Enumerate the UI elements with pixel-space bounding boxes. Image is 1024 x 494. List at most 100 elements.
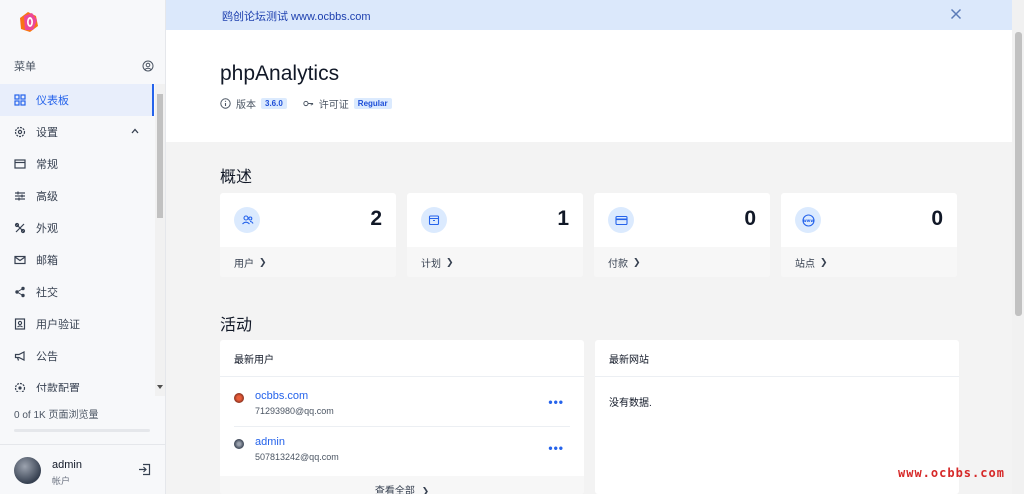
- stat-card-plans[interactable]: 1 计划 ❯: [407, 193, 583, 277]
- version-badge: 3.6.0: [261, 98, 287, 109]
- menu-label: 菜单: [14, 61, 36, 73]
- chevron-right-icon: ❯: [446, 256, 454, 267]
- sidebar-scrollbar[interactable]: [155, 84, 165, 396]
- stat-card-sites[interactable]: www 0 站点 ❯: [781, 193, 957, 277]
- more-options-icon[interactable]: •••: [548, 441, 564, 455]
- sidebar-item-general[interactable]: 常规: [0, 148, 154, 180]
- stat-link[interactable]: 付款 ❯: [594, 247, 770, 277]
- list-item[interactable]: admin 507813242@qq.com •••: [234, 433, 570, 477]
- row-divider: [234, 426, 570, 427]
- version-meta: 版本 3.6.0 许可证 Regular: [220, 96, 408, 111]
- sidebar-item-label: 外观: [36, 223, 58, 235]
- view-all-label: 查看全部: [374, 486, 415, 494]
- app-logo-icon[interactable]: [16, 10, 40, 34]
- share-icon: [14, 286, 26, 298]
- close-icon[interactable]: [950, 8, 962, 20]
- menu-header: 菜单: [14, 58, 154, 74]
- user-link[interactable]: admin: [255, 436, 285, 448]
- sidebar-item-label: 邮箱: [36, 255, 58, 267]
- sidebar-item-payment-config[interactable]: 付款配置: [0, 372, 154, 392]
- user-link[interactable]: ocbbs.com: [255, 390, 308, 402]
- users-icon: [234, 207, 260, 233]
- svg-text:www: www: [802, 218, 813, 223]
- stat-label: 站点: [795, 258, 815, 270]
- overview-title: 概述: [220, 169, 253, 186]
- page-title: phpAnalytics: [220, 62, 340, 85]
- announcement-banner: 鸥创论坛测试 www.ocbbs.com: [166, 0, 1012, 30]
- sidebar-item-label: 高级: [36, 191, 58, 203]
- user-circle-icon[interactable]: [142, 60, 154, 72]
- credit-card-icon: [608, 207, 634, 233]
- stat-card-users[interactable]: 2 用户 ❯: [220, 193, 396, 277]
- sidebar-item-label: 付款配置: [36, 383, 80, 392]
- latest-sites-title: 最新网站: [595, 340, 959, 377]
- banner-text: 鸥创论坛测试 www.ocbbs.com: [222, 11, 371, 23]
- sidebar-item-appearance[interactable]: 外观: [0, 212, 154, 244]
- sidebar-item-label: 社交: [36, 287, 58, 299]
- usage-text: 0 of 1K 页面浏览量: [14, 410, 99, 421]
- stat-value: 0: [744, 207, 756, 230]
- stat-link[interactable]: 用户 ❯: [220, 247, 396, 277]
- main-content: phpAnalytics 版本 3.6.0 许可证 Regular 概述 2 用…: [166, 30, 1012, 494]
- stat-link[interactable]: 站点 ❯: [781, 247, 957, 277]
- key-icon: [303, 98, 314, 109]
- stat-value: 0: [931, 207, 943, 230]
- chevron-right-icon: ❯: [421, 486, 430, 494]
- latest-users-title: 最新用户: [220, 340, 584, 377]
- view-all-link[interactable]: 查看全部 ❯: [220, 476, 584, 494]
- sidebar-item-advanced[interactable]: 高级: [0, 180, 154, 212]
- stat-card-payments[interactable]: 0 付款 ❯: [594, 193, 770, 277]
- sidebar-item-label: 常规: [36, 159, 58, 171]
- sidebar-item-user-verification[interactable]: 用户验证: [0, 308, 154, 340]
- user-avatar-icon: [234, 439, 244, 449]
- more-options-icon[interactable]: •••: [548, 395, 564, 409]
- stat-value: 2: [370, 207, 382, 230]
- stat-label: 付款: [608, 258, 628, 270]
- page-scrollbar[interactable]: [1012, 0, 1024, 494]
- sidebar-nav: 仪表板 设置 常规 高级 外观 邮箱 社交 用户验证 公告 付款配置: [0, 84, 154, 392]
- user-badge-icon: [14, 318, 26, 330]
- usage-progress-bar: [14, 429, 150, 432]
- sidebar-item-label: 仪表板: [36, 95, 69, 107]
- sidebar-item-settings[interactable]: 设置: [0, 116, 154, 148]
- sidebar-item-label: 设置: [36, 127, 58, 139]
- dashboard-grid-icon: [14, 94, 26, 106]
- sidebar-item-announcements[interactable]: 公告: [0, 340, 154, 372]
- account-box[interactable]: admin 帐户: [0, 444, 166, 494]
- megaphone-icon: [14, 350, 26, 362]
- sidebar-item-label: 公告: [36, 351, 58, 363]
- logout-icon[interactable]: [138, 463, 151, 476]
- chevron-right-icon: ❯: [820, 256, 828, 267]
- stat-label: 计划: [421, 258, 441, 270]
- user-avatar-icon: [234, 393, 244, 403]
- mail-icon: [14, 254, 26, 266]
- page-scroll-thumb[interactable]: [1015, 32, 1022, 316]
- sidebar-item-label: 用户验证: [36, 319, 80, 331]
- sidebar: 菜单 仪表板 设置 常规 高级 外观 邮箱 社交 用户验证 公告 付款配置 0 …: [0, 0, 166, 494]
- scroll-down-arrow-icon[interactable]: [157, 384, 163, 390]
- sidebar-scroll-thumb[interactable]: [157, 94, 163, 218]
- license-label: 许可证: [318, 100, 349, 111]
- stat-value: 1: [557, 207, 569, 230]
- license-badge: Regular: [353, 98, 392, 109]
- settings-gear-icon: [14, 126, 26, 138]
- list-item[interactable]: ocbbs.com 71293980@qq.com •••: [234, 387, 570, 431]
- sidebar-item-social[interactable]: 社交: [0, 276, 154, 308]
- chevron-right-icon: ❯: [259, 256, 267, 267]
- user-name: admin: [52, 459, 82, 471]
- avatar[interactable]: [14, 457, 41, 484]
- sidebar-item-email[interactable]: 邮箱: [0, 244, 154, 276]
- info-icon: [220, 98, 231, 109]
- www-globe-icon: www: [795, 207, 821, 233]
- empty-state-text: 没有数据.: [609, 398, 652, 409]
- chevron-right-icon: ❯: [633, 256, 641, 267]
- user-email: 507813242@qq.com: [255, 452, 339, 462]
- stat-link[interactable]: 计划 ❯: [407, 247, 583, 277]
- palette-icon: [14, 222, 26, 234]
- gear-icon: [14, 382, 26, 392]
- sidebar-item-dashboard[interactable]: 仪表板: [0, 84, 154, 116]
- pageview-usage: 0 of 1K 页面浏览量: [14, 406, 154, 432]
- chevron-up-icon[interactable]: [130, 126, 140, 136]
- window-icon: [14, 158, 26, 170]
- watermark: www.ocbbs.com: [898, 466, 1005, 480]
